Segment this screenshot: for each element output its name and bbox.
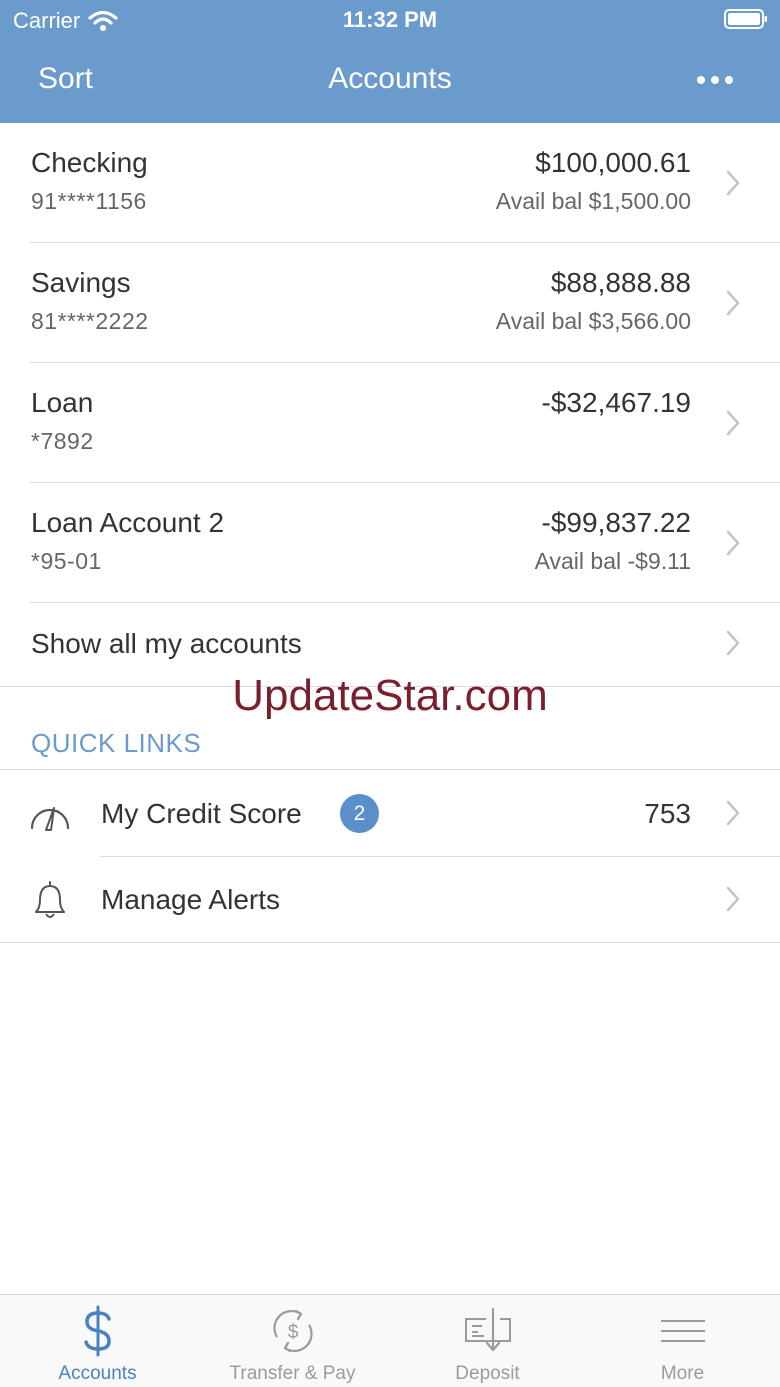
- more-options-icon[interactable]: [695, 70, 735, 90]
- chevron-right-icon: [726, 630, 740, 656]
- chevron-right-icon: [726, 886, 740, 912]
- quick-link-manage-alerts[interactable]: Manage Alerts: [0, 856, 780, 942]
- quick-links-heading: QUICK LINKS: [31, 728, 202, 758]
- account-row-loan-account-2[interactable]: Loan Account 2 *95-01 -$99,837.22 Avail …: [0, 483, 780, 603]
- account-number: 91****1156: [31, 188, 147, 214]
- tab-transfer-pay[interactable]: $ Transfer & Pay: [195, 1295, 390, 1387]
- chevron-right-icon: [726, 410, 740, 436]
- tab-label: Deposit: [455, 1363, 520, 1384]
- tab-label: Accounts: [58, 1363, 137, 1384]
- account-name: Loan Account 2: [31, 507, 225, 538]
- tab-more[interactable]: More: [585, 1295, 780, 1387]
- account-balance: $100,000.61: [535, 147, 691, 178]
- sort-button[interactable]: Sort: [38, 62, 93, 96]
- show-all-accounts-row[interactable]: Show all my accounts: [0, 600, 780, 687]
- account-balance: -$32,467.19: [541, 387, 691, 418]
- account-row-checking[interactable]: Checking 91****1156 $100,000.61 Avail ba…: [0, 123, 780, 243]
- chevron-right-icon: [726, 530, 740, 556]
- account-name: Checking: [31, 147, 148, 178]
- account-number: *95-01: [31, 548, 102, 574]
- battery-icon: [724, 9, 767, 29]
- status-time: 11:32 PM: [342, 7, 438, 32]
- account-list: Checking 91****1156 $100,000.61 Avail ba…: [0, 123, 780, 603]
- dollar-icon: [84, 1305, 111, 1357]
- tab-label: More: [660, 1363, 705, 1384]
- available-balance: Avail bal $1,500.00: [495, 188, 691, 214]
- chevron-right-icon: [726, 290, 740, 316]
- account-number: 81****2222: [31, 308, 149, 334]
- account-name: Savings: [31, 267, 131, 298]
- show-all-accounts-label: Show all my accounts: [31, 628, 302, 659]
- tab-label: Transfer & Pay: [229, 1363, 356, 1384]
- tab-accounts[interactable]: Accounts: [0, 1295, 195, 1387]
- account-number: *7892: [31, 428, 94, 454]
- quick-links-list: My Credit Score 2 753 Manage Alerts: [0, 769, 780, 943]
- check-deposit-icon: [465, 1307, 511, 1352]
- nav-bar: Sort Accounts: [0, 40, 780, 123]
- status-bar: Carrier 11:32 PM: [0, 0, 780, 40]
- account-name: Loan: [31, 387, 94, 418]
- header: Carrier 11:32 PM Sort Accounts: [0, 0, 780, 123]
- tab-deposit[interactable]: Deposit: [390, 1295, 585, 1387]
- account-row-loan[interactable]: Loan *7892 -$32,467.19: [0, 363, 780, 483]
- svg-text:$: $: [288, 1322, 299, 1343]
- quick-link-label: Manage Alerts: [101, 884, 280, 915]
- chevron-right-icon: [726, 170, 740, 196]
- app-screen: Carrier 11:32 PM Sort Accounts Checking …: [0, 0, 780, 1387]
- account-balance: $88,888.88: [550, 267, 691, 298]
- gauge-icon: [30, 807, 70, 831]
- quick-link-credit-score[interactable]: My Credit Score 2 753: [0, 770, 780, 856]
- page-title: Accounts: [328, 62, 452, 95]
- transfer-icon: $: [273, 1309, 313, 1353]
- credit-score-value: 753: [644, 798, 691, 829]
- tab-bar: Accounts $ Transfer & Pay Deposit More: [0, 1294, 780, 1387]
- available-balance: Avail bal $3,566.00: [495, 308, 691, 334]
- chevron-right-icon: [726, 800, 740, 826]
- quick-link-label: My Credit Score: [101, 798, 302, 829]
- notification-badge: 2: [340, 794, 379, 833]
- available-balance: Avail bal -$9.11: [534, 548, 691, 574]
- account-balance: -$99,837.22: [541, 507, 691, 538]
- bell-icon: [35, 881, 65, 918]
- hamburger-menu-icon: [661, 1320, 705, 1342]
- account-row-savings[interactable]: Savings 81****2222 $88,888.88 Avail bal …: [0, 243, 780, 363]
